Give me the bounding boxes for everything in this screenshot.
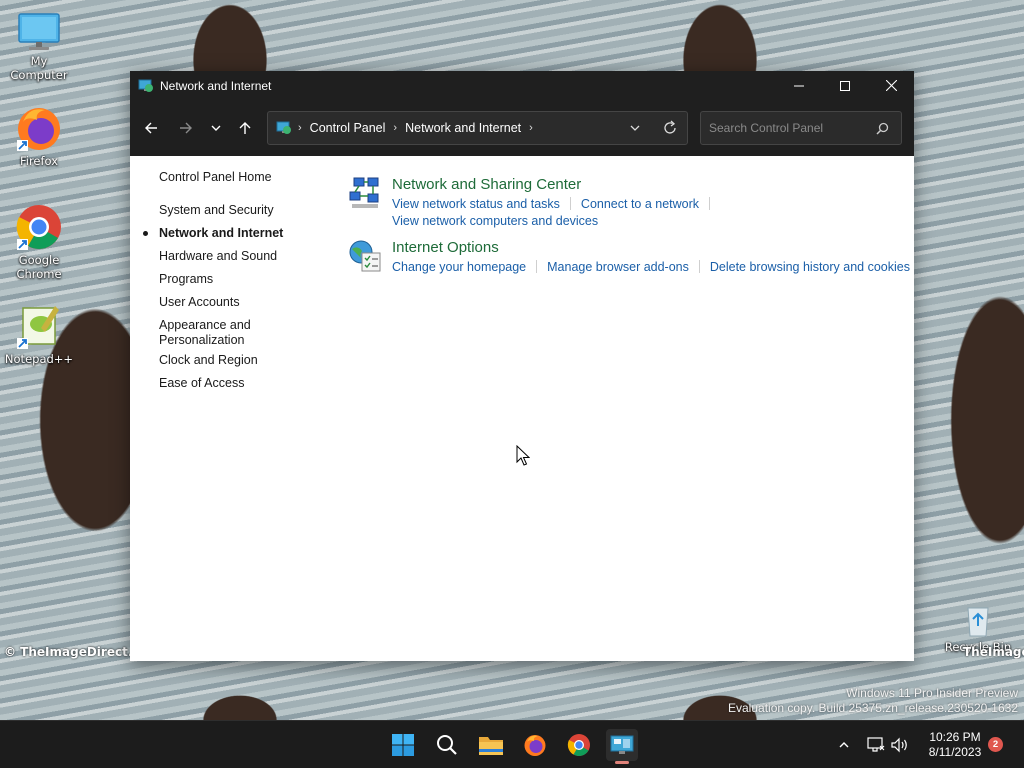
arrow-left-icon (145, 122, 157, 134)
folder-icon (479, 737, 503, 755)
search-icon (437, 735, 457, 755)
notification-badge[interactable]: 2 (988, 737, 1003, 752)
mouse-cursor-icon (516, 445, 530, 466)
refresh-icon (664, 120, 676, 134)
breadcrumb-separator[interactable]: › (529, 122, 533, 134)
taskbar-clock[interactable]: 10:26 PM 8/11/2023 (920, 730, 990, 760)
title-bar[interactable]: Network and Internet (130, 71, 914, 100)
watermark-right: TheImageDi (963, 645, 1024, 659)
address-dropdown-button[interactable] (629, 120, 641, 139)
taskbar-firefox[interactable] (519, 729, 551, 761)
close-icon (885, 80, 897, 91)
desktop-icon-firefox[interactable]: Firefox (1, 104, 77, 168)
internet-options-icon[interactable] (348, 239, 382, 273)
chrome-icon (567, 734, 590, 756)
notepadpp-icon (17, 306, 59, 349)
minimize-icon (794, 85, 804, 86)
network-icon (867, 737, 885, 752)
network-and-sharing-center-link[interactable]: Network and Sharing Center (392, 176, 581, 194)
link-divider (698, 260, 700, 273)
view-network-status-link[interactable]: View network status and tasks (392, 197, 560, 211)
forward-button[interactable] (174, 116, 198, 140)
arrow-right-icon (180, 122, 192, 134)
address-bar[interactable]: › Control Panel › Network and Internet › (267, 111, 688, 145)
breadcrumb-separator[interactable]: › (393, 122, 397, 134)
internet-options-link[interactable]: Internet Options (392, 239, 499, 257)
desktop-icon-chrome[interactable]: Google Chrome (1, 203, 77, 281)
clock-date: 8/11/2023 (928, 745, 982, 759)
desktop-icon-notepadpp[interactable]: Notepad++ (1, 302, 77, 366)
chevron-up-icon (839, 742, 849, 748)
sidebar-item-ease-of-access[interactable]: Ease of Access (159, 376, 244, 391)
window-title: Network and Internet (160, 78, 272, 93)
network-sharing-links-row2: View network computers and devices (392, 214, 598, 228)
chrome-icon (16, 205, 61, 250)
taskbar-chrome[interactable] (563, 729, 595, 761)
view-network-computers-link[interactable]: View network computers and devices (392, 214, 598, 228)
taskbar-file-explorer[interactable] (475, 729, 507, 761)
breadcrumb-separator[interactable]: › (298, 122, 302, 134)
sidebar-item-hardware-and-sound[interactable]: Hardware and Sound (159, 249, 277, 264)
chevron-down-icon (211, 125, 221, 131)
control-panel-icon (610, 735, 634, 754)
monitor-icon (18, 13, 60, 50)
network-sharing-icon[interactable] (348, 176, 382, 210)
back-button[interactable] (139, 116, 163, 140)
taskbar: 10:26 PM 8/11/2023 2 (0, 720, 1024, 768)
taskbar-search-button[interactable] (431, 729, 463, 761)
breadcrumb-control-panel[interactable]: Control Panel (310, 121, 386, 135)
firefox-icon (17, 108, 60, 151)
active-window-indicator (615, 761, 629, 764)
sidebar-item-control-panel-home[interactable]: Control Panel Home (159, 170, 272, 185)
close-button[interactable] (868, 71, 914, 100)
network-sharing-links-row1: View network status and tasks Connect to … (392, 197, 720, 211)
clock-time: 10:26 PM (929, 730, 981, 744)
control-panel-icon (276, 121, 291, 134)
connect-to-network-link[interactable]: Connect to a network (581, 197, 699, 211)
windows-logo-icon (392, 734, 414, 756)
minimize-button[interactable] (776, 71, 822, 100)
change-homepage-link[interactable]: Change your homepage (392, 260, 526, 274)
link-divider (569, 197, 571, 210)
maximize-button[interactable] (822, 71, 868, 100)
internet-options-links-row1: Change your homepage Manage browser add-o… (392, 260, 910, 274)
firefox-icon (524, 735, 546, 756)
refresh-button[interactable] (663, 120, 677, 139)
breadcrumb-network-and-internet[interactable]: Network and Internet (405, 121, 521, 135)
up-button[interactable] (233, 116, 257, 140)
manage-add-ons-link[interactable]: Manage browser add-ons (547, 260, 689, 274)
volume-icon (891, 737, 907, 753)
category-internet-options: Internet Options Change your homepage Man… (348, 239, 910, 279)
recent-locations-button[interactable] (204, 116, 228, 140)
maximize-icon (840, 80, 850, 91)
navigation-bar: › Control Panel › Network and Internet › (130, 100, 914, 156)
arrow-up-icon (239, 122, 251, 134)
search-icon[interactable] (876, 122, 889, 135)
sidebar-item-clock-and-region[interactable]: Clock and Region (159, 353, 258, 368)
category-network-and-sharing-center: Network and Sharing Center View network … (348, 176, 908, 230)
content-area: Control Panel Home System and Security N… (130, 156, 914, 661)
chevron-down-icon (630, 125, 640, 131)
search-box[interactable] (700, 111, 902, 145)
start-button[interactable] (387, 729, 419, 761)
sidebar-item-appearance-and-personalization[interactable]: Appearance and Personalization (159, 318, 251, 348)
link-divider (536, 260, 538, 273)
search-input[interactable] (709, 121, 869, 135)
evaluation-watermark: Windows 11 Pro Insider Preview Evaluatio… (728, 686, 1018, 715)
sidebar-item-programs[interactable]: Programs (159, 272, 213, 287)
control-panel-window: Network and Internet › Control Panel › N… (130, 71, 914, 661)
sidebar-item-network-and-internet[interactable]: Network and Internet (142, 226, 283, 241)
sidebar-item-user-accounts[interactable]: User Accounts (159, 295, 240, 310)
volume-button[interactable] (886, 729, 914, 761)
delete-browsing-history-link[interactable]: Delete browsing history and cookies (710, 260, 910, 274)
taskbar-control-panel[interactable] (606, 729, 638, 761)
show-hidden-icons-button[interactable] (829, 729, 859, 761)
control-panel-icon (138, 79, 153, 92)
desktop-icon-my-computer[interactable]: My Computer (1, 12, 77, 82)
recycle-bin-icon (967, 607, 989, 637)
link-divider (709, 197, 711, 210)
sidebar-item-system-and-security[interactable]: System and Security (159, 203, 274, 218)
